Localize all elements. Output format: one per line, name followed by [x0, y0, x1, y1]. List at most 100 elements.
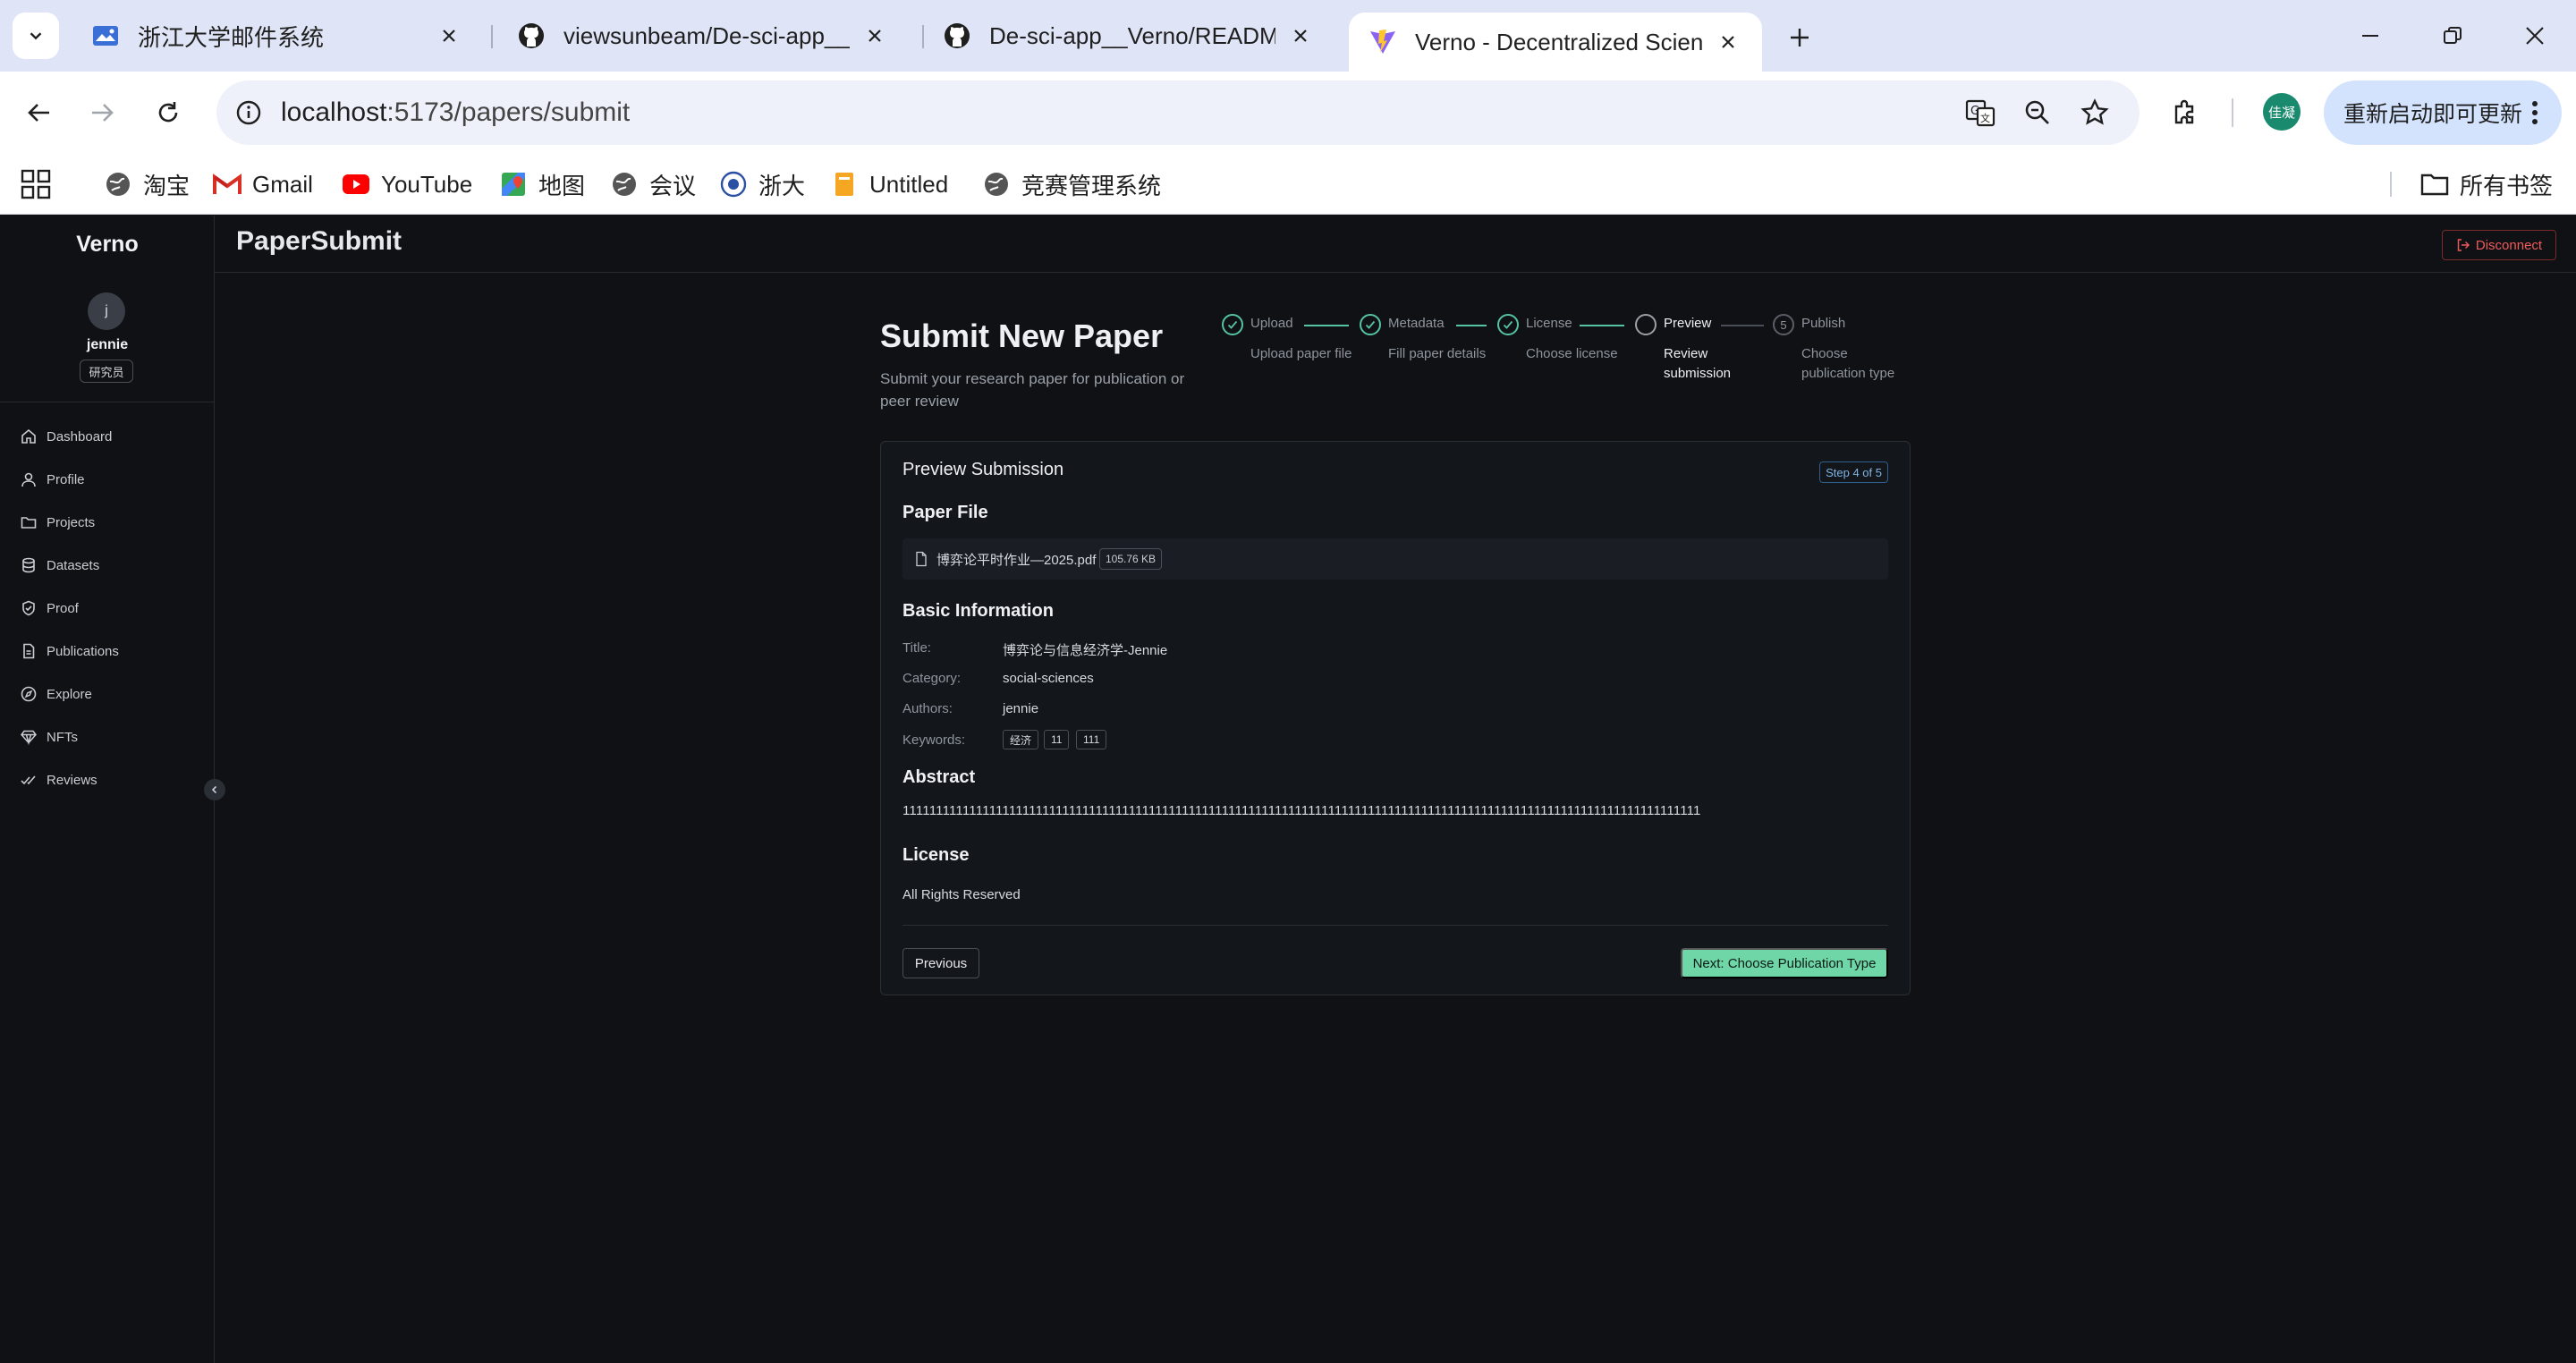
close-icon[interactable]: [435, 21, 463, 50]
relaunch-update-button[interactable]: 重新启动即可更新: [2324, 80, 2562, 145]
apps-grid-icon[interactable]: [20, 168, 52, 200]
file-icon: [916, 551, 927, 567]
minimize-icon: [2362, 35, 2378, 37]
reload-icon: [158, 102, 178, 123]
circle-icon: [1635, 314, 1657, 335]
sidebar-item-reviews[interactable]: Reviews: [20, 764, 199, 796]
sidebar-item-dashboard[interactable]: Dashboard: [20, 420, 199, 453]
sidebar-item-datasets[interactable]: Datasets: [20, 549, 199, 581]
sidebar-item-proof[interactable]: Proof: [20, 592, 199, 624]
close-window-button[interactable]: [2513, 16, 2556, 55]
sidebar-item-label: Publications: [47, 643, 119, 659]
step-connector: [1721, 325, 1764, 326]
bookmark-label: 淘宝: [143, 172, 191, 199]
category-value: social-sciences: [1003, 671, 1094, 686]
bookmark-youtube[interactable]: YouTube: [342, 163, 472, 206]
app-header: PaperSubmit Disconnect: [215, 216, 2576, 273]
maps-icon: [499, 170, 528, 199]
previous-button[interactable]: Previous: [902, 948, 979, 978]
plus-icon: [1791, 29, 1809, 47]
tab-verno-active[interactable]: Verno - Decentralized Scienc: [1349, 13, 1762, 72]
new-tab-button[interactable]: [1780, 18, 1819, 57]
close-icon[interactable]: [1286, 21, 1315, 50]
sidebar-collapse-button[interactable]: [204, 779, 225, 800]
brand-logo[interactable]: Verno: [0, 232, 215, 258]
step-description: Review submission: [1664, 346, 1732, 381]
bookmark-maps[interactable]: 地图: [499, 163, 585, 206]
gmail-icon: [213, 170, 242, 199]
url-path: :5173/papers/submit: [386, 97, 631, 127]
user-icon: [20, 470, 38, 488]
reload-button[interactable]: [147, 91, 190, 134]
section-paper-file: Paper File: [902, 503, 988, 522]
puzzle-icon: [2174, 99, 2194, 124]
bookmark-untitled[interactable]: Untitled: [830, 163, 948, 206]
forward-button[interactable]: [80, 91, 123, 134]
browser-toolbar: localhost:5173/papers/submit G文 佳凝 重新启动即…: [0, 72, 2576, 154]
bookmark-meeting[interactable]: 会议: [610, 163, 696, 206]
translate-icon[interactable]: G文: [1959, 91, 2002, 134]
tab-title: viewsunbeam/De-sci-app__Ve: [564, 21, 850, 49]
arrow-left-icon: [28, 104, 49, 122]
section-abstract: Abstract: [902, 767, 976, 787]
bookmarks-bar: 淘宝 Gmail YouTube 地图 会议 浙大 Untitled 竞赛管理系…: [0, 154, 2576, 215]
arrow-right-icon: [92, 104, 114, 122]
bookmark-label: Gmail: [252, 170, 313, 198]
url-text[interactable]: localhost:5173/papers/submit: [281, 80, 630, 145]
keywords-label: Keywords:: [902, 732, 966, 748]
disconnect-button[interactable]: Disconnect: [2442, 230, 2556, 260]
mail-icon: [91, 21, 120, 50]
compass-icon: [20, 685, 38, 703]
site-info-icon[interactable]: [227, 91, 270, 134]
tab-zju-mail[interactable]: 浙江大学邮件系统: [72, 13, 483, 59]
bookmark-star-icon[interactable]: [2073, 91, 2116, 134]
bookmark-gmail[interactable]: Gmail: [213, 163, 313, 206]
minimize-button[interactable]: [2349, 16, 2392, 55]
avatar: j: [88, 292, 125, 330]
sidebar-item-profile[interactable]: Profile: [20, 463, 199, 495]
section-basic-info: Basic Information: [902, 601, 1054, 621]
user-name: jennie: [86, 337, 129, 352]
restore-button[interactable]: [2431, 16, 2474, 55]
step-label: Preview: [1664, 316, 1712, 331]
sidebar-item-projects[interactable]: Projects: [20, 506, 199, 538]
address-bar[interactable]: localhost:5173/papers/submit G文: [216, 80, 2140, 145]
keyword-tag: 经济: [1003, 730, 1039, 749]
bookmark-zju[interactable]: 浙大: [719, 163, 805, 206]
tab-title: 浙江大学邮件系统: [138, 23, 325, 51]
bookmark-competition[interactable]: 竞赛管理系统: [982, 163, 1161, 206]
sidebar-item-publications[interactable]: Publications: [20, 635, 199, 667]
sidebar-item-explore[interactable]: Explore: [20, 678, 199, 710]
extensions-button[interactable]: [2165, 91, 2207, 134]
step-connector: [1580, 325, 1624, 326]
file-size-badge: 105.76 KB: [1099, 548, 1163, 570]
file-name: 博弈论平时作业—2025.pdf: [936, 553, 1097, 568]
sidebar-item-nfts[interactable]: NFTs: [20, 721, 199, 753]
disconnect-label: Disconnect: [2475, 237, 2543, 253]
tab-github-repo[interactable]: viewsunbeam/De-sci-app__Ve: [497, 13, 909, 59]
tab-github-readme[interactable]: De-sci-app__Verno/README.: [923, 13, 1335, 59]
database-icon: [20, 556, 38, 574]
next-publication-type-button[interactable]: Next: Choose Publication Type: [1681, 948, 1888, 978]
tab-title: Verno - Decentralized Scienc: [1415, 28, 1703, 55]
step-label: License: [1526, 316, 1572, 331]
check-circle-icon: [1360, 314, 1381, 335]
back-button[interactable]: [18, 91, 61, 134]
app-root: Verno j jennie 研究员 Dashboard Profile Pro…: [0, 216, 2576, 1363]
profile-avatar[interactable]: 佳凝: [2263, 93, 2301, 131]
preview-card: Preview Submission Step 4 of 5 Paper Fil…: [880, 441, 1911, 995]
close-icon[interactable]: [1714, 28, 1742, 56]
bookmark-taobao[interactable]: 淘宝: [104, 163, 190, 206]
file-text-icon: [20, 642, 38, 660]
tab-search-button[interactable]: [13, 13, 59, 59]
zoom-icon[interactable]: [2016, 91, 2059, 134]
tab-separator: [491, 25, 493, 48]
chevron-left-icon: [211, 785, 217, 794]
all-bookmarks[interactable]: 所有书签: [2420, 163, 2553, 206]
step-description: Fill paper details: [1388, 346, 1487, 361]
close-icon[interactable]: [860, 21, 889, 50]
bookmark-separator: [2390, 172, 2392, 197]
step-label: Upload: [1250, 316, 1293, 331]
license-value: All Rights Reserved: [902, 887, 1021, 902]
github-icon: [517, 21, 546, 50]
